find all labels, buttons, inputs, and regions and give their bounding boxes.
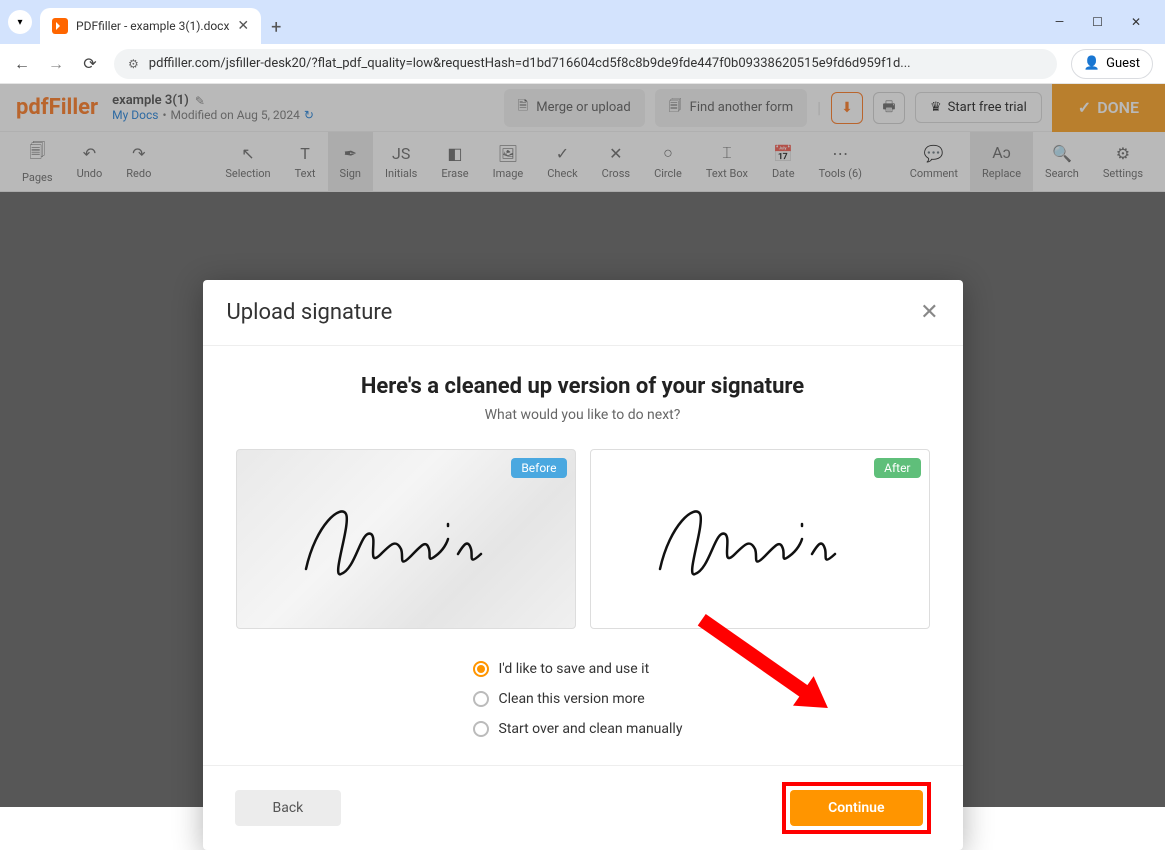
signature-after-box: After [590,449,930,629]
maximize-button[interactable]: ☐ [1092,15,1103,29]
after-badge: After [874,458,920,478]
window-controls: — ☐ ✕ [1055,15,1157,29]
before-badge: Before [511,458,566,478]
signature-before-box: Before [236,449,576,629]
tab-close-icon[interactable]: ✕ [237,18,249,34]
radio-icon [473,721,489,737]
continue-button[interactable]: Continue [790,790,922,826]
url-input[interactable]: ⚙ pdffiller.com/jsfiller-desk20/?flat_pd… [114,49,1057,79]
modal-headline: Here's a cleaned up version of your sign… [235,374,931,399]
tab-title: PDFfiller - example 3(1).docx [76,19,229,33]
back-button[interactable]: Back [235,790,342,826]
minimize-button[interactable]: — [1055,15,1064,29]
browser-titlebar: ▾ PDFfiller - example 3(1).docx ✕ + — ☐ … [0,0,1165,44]
upload-signature-modal: Upload signature ✕ Here's a cleaned up v… [203,280,963,850]
back-nav-icon[interactable]: ← [12,54,32,74]
person-icon: 👤 [1084,56,1100,71]
guest-label: Guest [1106,56,1140,71]
modal-subtext: What would you like to do next? [235,407,931,423]
radio-icon [473,661,489,677]
site-settings-icon[interactable]: ⚙ [128,57,139,71]
reload-icon[interactable]: ⟳ [80,54,100,73]
url-text: pdffiller.com/jsfiller-desk20/?flat_pdf_… [149,56,911,71]
signature-after-image [640,484,880,594]
close-window-button[interactable]: ✕ [1131,15,1141,29]
option-clean-more[interactable]: Clean this version more [473,691,931,707]
continue-highlight: Continue [782,782,930,834]
option-save-use[interactable]: I'd like to save and use it [473,661,931,677]
browser-tab[interactable]: PDFfiller - example 3(1).docx ✕ [40,8,261,44]
profile-button[interactable]: 👤 Guest [1071,49,1153,79]
tabs-dropdown-button[interactable]: ▾ [8,10,32,34]
signature-before-image [286,484,526,594]
option-start-over[interactable]: Start over and clean manually [473,721,931,737]
forward-nav-icon[interactable]: → [46,54,66,74]
radio-icon [473,691,489,707]
address-bar: ← → ⟳ ⚙ pdffiller.com/jsfiller-desk20/?f… [0,44,1165,84]
modal-title: Upload signature [227,300,393,325]
pdffiller-favicon-icon [52,18,68,34]
new-tab-button[interactable]: + [271,17,281,38]
modal-close-icon[interactable]: ✕ [920,300,938,325]
